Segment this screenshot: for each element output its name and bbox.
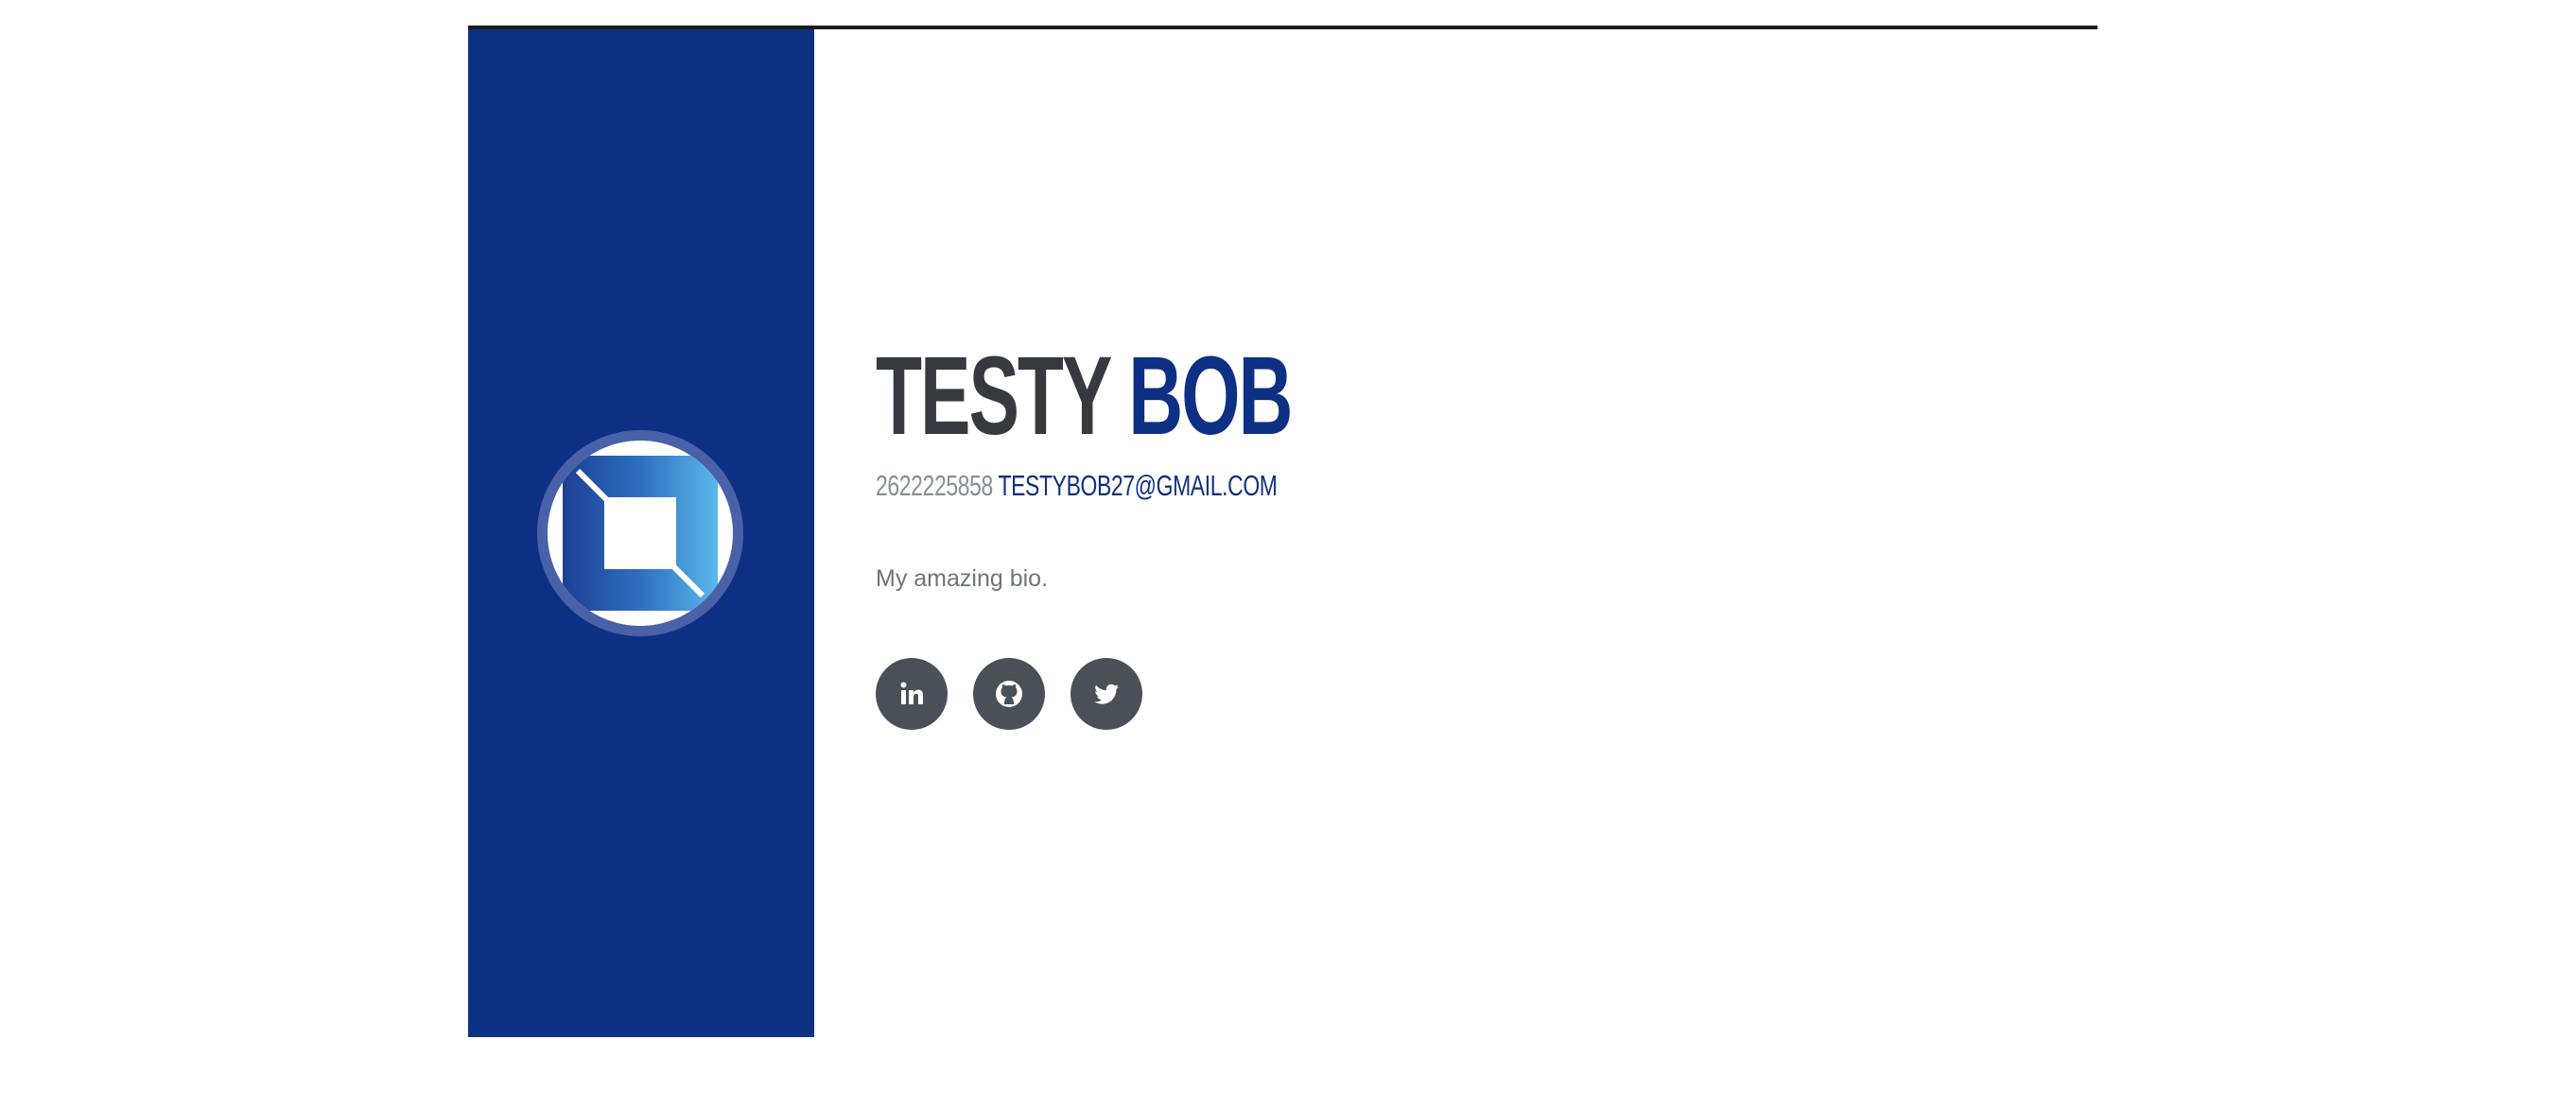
resume-page: TESTY BOB 2622225858 TESTYBOB27@GMAIL.CO… (0, 0, 2576, 1108)
twitter-button[interactable] (1070, 658, 1142, 730)
github-icon (996, 681, 1022, 707)
github-button[interactable] (973, 658, 1045, 730)
last-name: BOB (1128, 334, 1293, 459)
contact-line: 2622225858 TESTYBOB27@GMAIL.COM (876, 469, 1750, 503)
linkedin-button[interactable] (876, 658, 948, 730)
phone-number: 2622225858 (876, 469, 993, 502)
avatar (537, 430, 743, 636)
logo-icon (563, 456, 718, 611)
main-content: TESTY BOB 2622225858 TESTYBOB27@GMAIL.CO… (876, 340, 2058, 730)
linkedin-icon (900, 682, 923, 704)
email-link[interactable]: TESTYBOB27@GMAIL.COM (998, 469, 1277, 502)
first-name: TESTY (876, 334, 1111, 459)
social-links (876, 658, 1142, 730)
twitter-icon (1094, 684, 1119, 704)
name-heading: TESTY BOB (876, 340, 1680, 452)
bio-text: My amazing bio. (876, 565, 1049, 592)
